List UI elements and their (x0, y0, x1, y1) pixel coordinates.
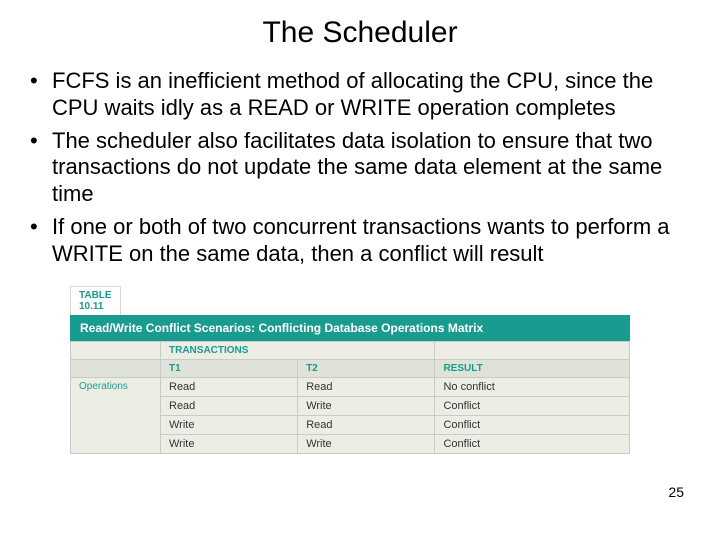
table-group-header: TRANSACTIONS (161, 341, 435, 359)
operations-matrix-table: TRANSACTIONS T1 T2 RESULT Operations Rea… (70, 341, 630, 454)
bullet-item: FCFS is an inefficient method of allocat… (30, 68, 700, 122)
table-row-header: Operations (71, 377, 161, 453)
table-row: Operations Read Read No conflict (71, 377, 630, 396)
table-label-word: TABLE (79, 290, 112, 301)
table-col-t1: T1 (161, 359, 298, 377)
cell-result: No conflict (435, 377, 630, 396)
bullet-list: FCFS is an inefficient method of allocat… (20, 68, 700, 268)
bullet-item: If one or both of two concurrent transac… (30, 214, 700, 268)
table-col-result: RESULT (435, 359, 630, 377)
table-group-row: TRANSACTIONS (71, 341, 630, 359)
cell-t1: Read (161, 396, 298, 415)
cell-t2: Write (298, 396, 435, 415)
table-label-number: 10.11 (79, 301, 103, 312)
slide-title: The Scheduler (20, 16, 700, 50)
page-number: 25 (664, 484, 688, 500)
slide: The Scheduler FCFS is an inefficient met… (0, 0, 720, 540)
bullet-item: The scheduler also facilitates data isol… (30, 128, 700, 208)
cell-t2: Read (298, 415, 435, 434)
table-corner-cell (71, 341, 161, 359)
cell-t2: Write (298, 434, 435, 453)
table-caption: Read/Write Conflict Scenarios: Conflicti… (70, 315, 630, 341)
cell-t1: Read (161, 377, 298, 396)
table-header-row: T1 T2 RESULT (71, 359, 630, 377)
cell-result: Conflict (435, 396, 630, 415)
cell-t2: Read (298, 377, 435, 396)
table-figure: TABLE 10.11 Read/Write Conflict Scenario… (70, 286, 630, 454)
table-label: TABLE 10.11 (70, 286, 121, 315)
table-col-rowhdr (71, 359, 161, 377)
cell-result: Conflict (435, 415, 630, 434)
cell-t1: Write (161, 415, 298, 434)
table-empty-header (435, 341, 630, 359)
table-col-t2: T2 (298, 359, 435, 377)
cell-t1: Write (161, 434, 298, 453)
cell-result: Conflict (435, 434, 630, 453)
